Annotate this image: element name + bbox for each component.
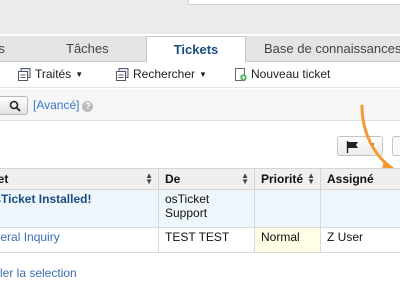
column-priority[interactable]: Priorité ▲ ▼ (254, 168, 321, 190)
column-subject[interactable]: ujet▲▼ (0, 168, 159, 190)
tickets-subnav: Traités ▼ Rechercher ▼ Nouveau ticket (0, 62, 400, 88)
advanced-search: [Avancé]? (33, 98, 94, 112)
from-cell: TEST TEST (158, 227, 255, 253)
rechercher-label: Rechercher (133, 67, 196, 81)
priority-cell: Normal (254, 227, 321, 253)
subject-cell: eneral Inquiry (0, 227, 159, 253)
help-icon[interactable]: ? (82, 101, 94, 112)
assignee-cell (320, 189, 400, 228)
table-row[interactable]: osTicket Installed! osTicket Support (0, 189, 400, 228)
search-icon (9, 100, 21, 112)
new-ticket-label: Nouveau ticket (251, 67, 331, 81)
sort-icon[interactable]: ▲ ▼ (307, 172, 315, 186)
search-button[interactable] (0, 96, 28, 115)
advanced-search-link[interactable]: [Avancé] (33, 98, 79, 112)
caret-down-icon: ▼ (199, 69, 207, 79)
select-all-link[interactable]: ler la selection (0, 266, 77, 280)
sort-icon[interactable]: ▲ ▼ (145, 172, 153, 186)
table-row[interactable]: eneral Inquiry TEST TEST Normal Z User (0, 227, 400, 253)
rechercher-menu[interactable]: Rechercher ▼ (116, 67, 207, 81)
tab-tickets[interactable]: Tickets (146, 36, 246, 63)
tickets-icon (18, 67, 31, 81)
main-tabs: rs Tâches Tickets Base de connaissances (0, 36, 400, 63)
new-ticket-icon (234, 67, 247, 81)
caret-down-icon: ▼ (75, 69, 84, 79)
subject-cell: osTicket Installed! (0, 189, 159, 228)
column-from[interactable]: De ▲ ▼ (158, 168, 255, 190)
from-cell: osTicket Support (158, 189, 255, 228)
new-ticket-link[interactable]: Nouveau ticket (234, 67, 330, 81)
tab-taches[interactable]: Tâches (66, 36, 109, 62)
tab-knowledgebase[interactable]: Base de connaissances (264, 36, 400, 62)
ticket-subject-link[interactable]: osTicket Installed! (0, 192, 91, 206)
search-bar: [Avancé]? (0, 89, 400, 121)
traites-menu[interactable]: Traités ▼ (18, 67, 83, 81)
column-assignee[interactable]: Assigné (320, 168, 400, 190)
ticket-subject-link[interactable]: eneral Inquiry (0, 230, 60, 244)
traites-label: Traités (35, 67, 72, 81)
tickets-table: ujet▲▼ De▲▼ Priorité▲▼ Assigné osTicket … (0, 168, 400, 253)
header-panel (188, 0, 400, 5)
sort-icon[interactable]: ▲ ▼ (241, 172, 249, 186)
priority-cell (254, 189, 321, 228)
assignee-cell: Z User (320, 227, 400, 253)
tab-utilisateurs[interactable]: rs (0, 36, 5, 62)
search-tickets-icon (116, 67, 129, 81)
table-header-row: ujet▲▼ De▲▼ Priorité▲▼ Assigné (0, 168, 400, 190)
top-band (0, 0, 400, 34)
